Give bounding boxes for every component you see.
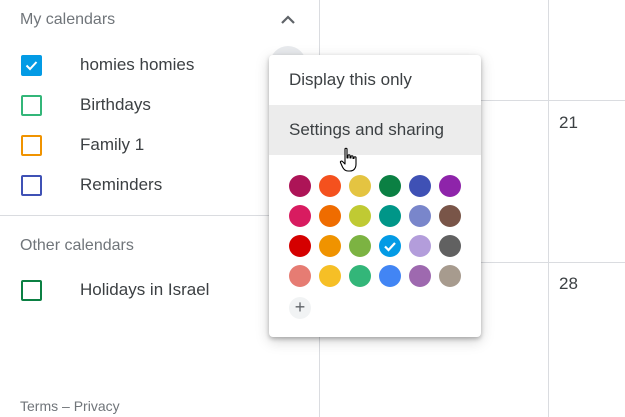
grid-line bbox=[548, 0, 549, 417]
add-custom-color-button[interactable]: + bbox=[289, 297, 311, 319]
hand-pointer-cursor-icon bbox=[339, 147, 357, 172]
color-swatch[interactable] bbox=[349, 175, 371, 197]
privacy-link[interactable]: Privacy bbox=[74, 398, 120, 414]
settings-and-sharing-item[interactable]: Settings and sharing bbox=[269, 105, 481, 155]
color-swatch[interactable] bbox=[409, 175, 431, 197]
color-swatch[interactable] bbox=[379, 265, 401, 287]
terms-link[interactable]: Terms bbox=[20, 398, 58, 414]
calendar-checkbox[interactable] bbox=[21, 135, 42, 156]
calendar-label: homies homies bbox=[80, 55, 195, 74]
color-swatch[interactable] bbox=[409, 205, 431, 227]
color-swatch[interactable] bbox=[319, 175, 341, 197]
chevron-up-icon[interactable] bbox=[278, 10, 298, 30]
color-swatch[interactable] bbox=[409, 235, 431, 257]
color-swatch[interactable] bbox=[379, 205, 401, 227]
color-swatch[interactable] bbox=[349, 235, 371, 257]
other-calendars-header[interactable]: Other calendars bbox=[20, 237, 134, 255]
color-swatch[interactable] bbox=[289, 205, 311, 227]
footer-links: Terms – Privacy bbox=[20, 398, 120, 414]
calendar-label: Holidays in Israel bbox=[80, 280, 210, 299]
color-swatch[interactable] bbox=[439, 175, 461, 197]
calendar-checkbox[interactable] bbox=[21, 55, 42, 76]
my-calendars-header[interactable]: My calendars bbox=[20, 11, 115, 29]
color-swatch[interactable] bbox=[439, 235, 461, 257]
display-this-only-item[interactable]: Display this only bbox=[269, 55, 481, 105]
color-swatch[interactable] bbox=[349, 205, 371, 227]
calendar-options-menu: Display this only Settings and sharing + bbox=[269, 55, 481, 337]
calendar-checkbox[interactable] bbox=[21, 95, 42, 116]
footer-separator: – bbox=[62, 398, 70, 414]
color-swatch[interactable] bbox=[289, 265, 311, 287]
calendar-label: Family 1 bbox=[80, 135, 145, 154]
day-number-21[interactable]: 21 bbox=[559, 113, 578, 133]
color-swatch[interactable] bbox=[439, 205, 461, 227]
calendar-checkbox[interactable] bbox=[21, 175, 42, 196]
color-swatch[interactable] bbox=[319, 235, 341, 257]
color-swatch[interactable] bbox=[319, 265, 341, 287]
color-swatch[interactable] bbox=[439, 265, 461, 287]
color-swatch[interactable] bbox=[379, 175, 401, 197]
calendar-label: Birthdays bbox=[80, 95, 151, 114]
color-swatch[interactable] bbox=[289, 235, 311, 257]
color-swatch[interactable] bbox=[409, 265, 431, 287]
day-number-28[interactable]: 28 bbox=[559, 274, 578, 294]
check-icon bbox=[384, 242, 396, 252]
calendar-label: Reminders bbox=[80, 175, 163, 194]
color-swatch[interactable] bbox=[349, 265, 371, 287]
color-swatch[interactable] bbox=[379, 235, 401, 257]
color-swatch[interactable] bbox=[319, 205, 341, 227]
color-swatch[interactable] bbox=[289, 175, 311, 197]
calendar-checkbox[interactable] bbox=[21, 280, 42, 301]
